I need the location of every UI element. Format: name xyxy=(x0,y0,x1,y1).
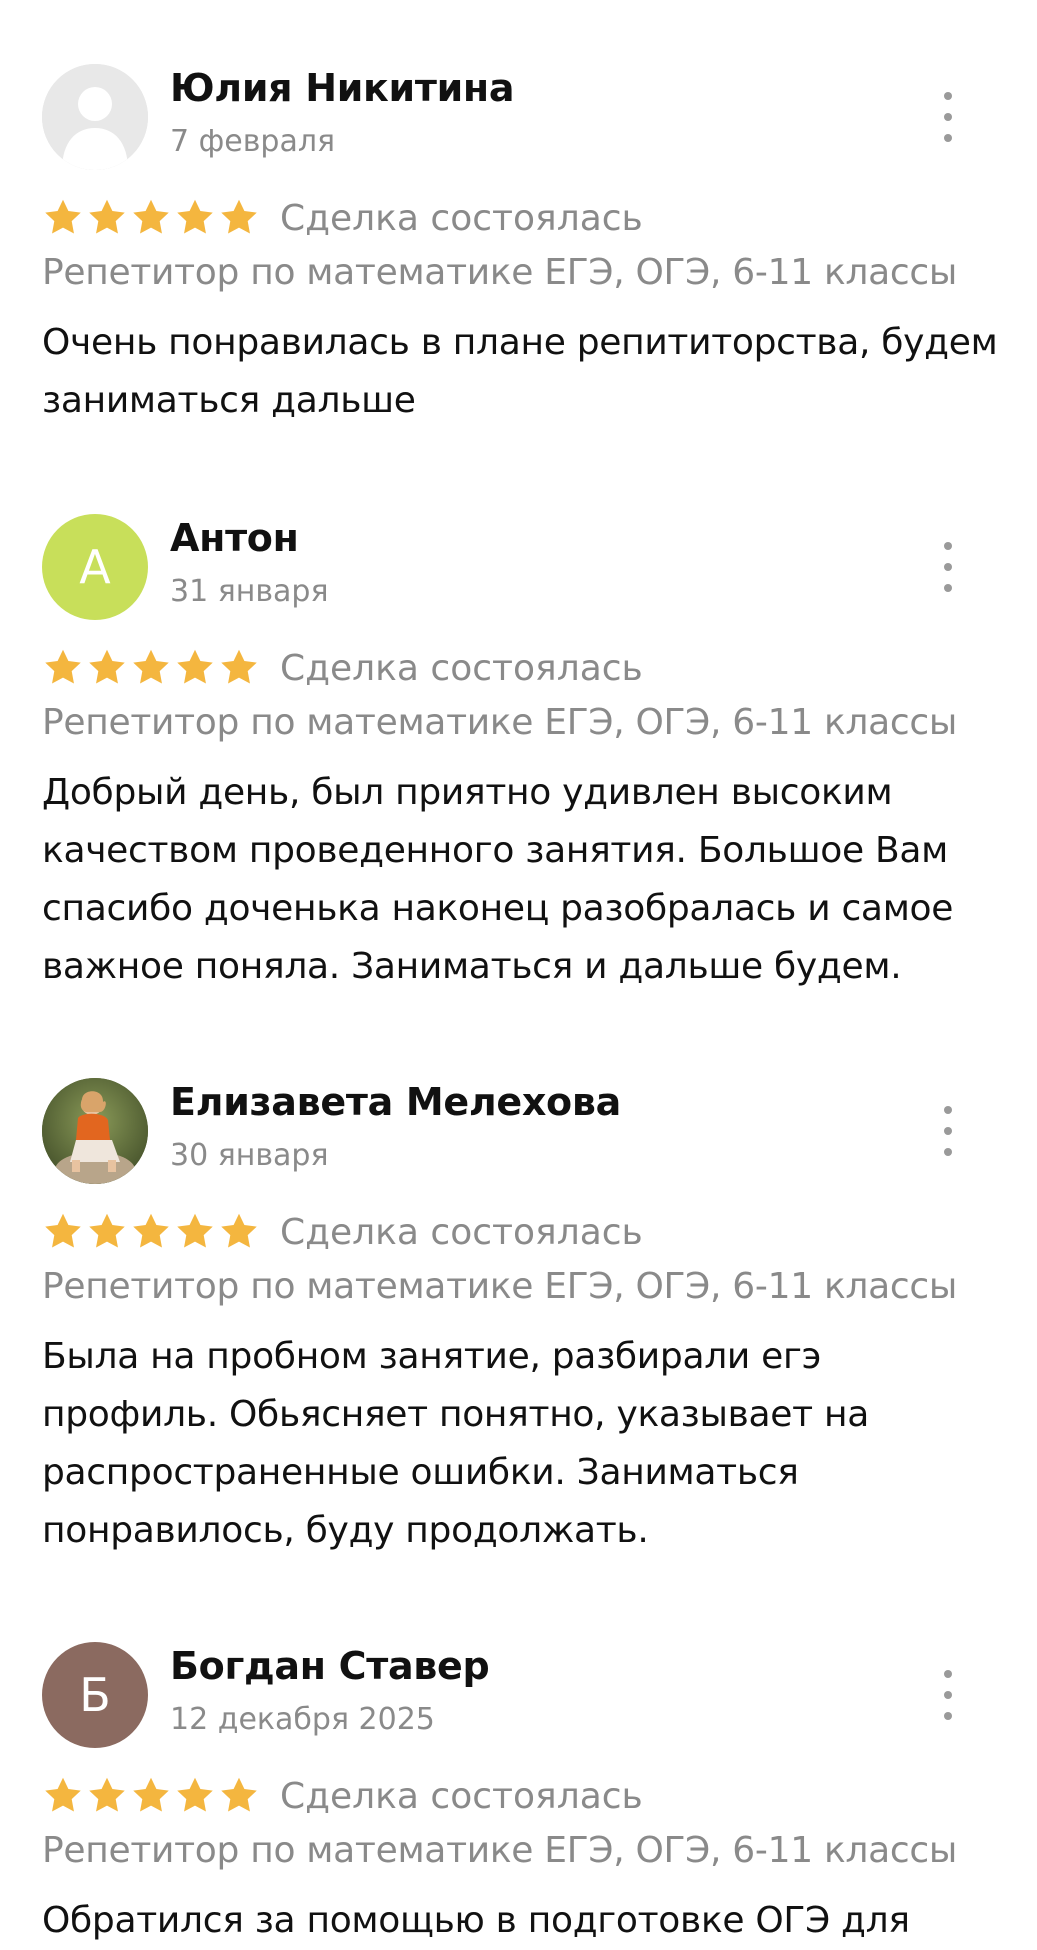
deal-status: Сделка состоялась xyxy=(280,647,643,689)
more-vertical-icon[interactable] xyxy=(930,92,966,142)
user-silhouette-icon xyxy=(42,64,148,170)
deal-status: Сделка состоялась xyxy=(280,1775,643,1817)
rating-row: Сделка состоялась xyxy=(42,1210,643,1254)
star-icon xyxy=(42,648,84,688)
avatar[interactable] xyxy=(42,64,148,170)
star-icon xyxy=(86,1776,128,1816)
review-date: 12 декабря 2025 xyxy=(170,1702,435,1737)
deal-status: Сделка состоялась xyxy=(280,197,643,239)
star-icon xyxy=(86,1212,128,1252)
star-icon xyxy=(218,1776,260,1816)
more-vertical-icon[interactable] xyxy=(930,542,966,592)
star-icon xyxy=(42,198,84,238)
star-icon xyxy=(174,198,216,238)
star-rating xyxy=(42,198,260,238)
service-name: Репетитор по математике ЕГЭ, ОГЭ, 6-11 к… xyxy=(42,252,957,293)
star-icon xyxy=(174,648,216,688)
review-date: 31 января xyxy=(170,574,329,609)
review-text: Добрый день, был приятно удивлен высоким… xyxy=(42,772,954,987)
rating-row: Сделка состоялась xyxy=(42,196,643,240)
review-date: 30 января xyxy=(170,1138,329,1173)
reviewer-name[interactable]: Богдан Ставер xyxy=(170,1644,490,1688)
service-name: Репетитор по математике ЕГЭ, ОГЭ, 6-11 к… xyxy=(42,1266,957,1307)
review-text: Очень понравилась в плане репититорства,… xyxy=(42,322,998,421)
star-icon xyxy=(130,1212,172,1252)
star-rating xyxy=(42,648,260,688)
avatar-letter: А xyxy=(79,540,111,594)
service-name: Репетитор по математике ЕГЭ, ОГЭ, 6-11 к… xyxy=(42,1830,957,1871)
star-rating xyxy=(42,1212,260,1252)
star-icon xyxy=(42,1212,84,1252)
review-card: А Антон 31 января Сделка состоялась Репе… xyxy=(0,450,1037,1014)
review-card: Елизавета Мелехова 30 января Сделка сост… xyxy=(0,1014,1037,1578)
reviewer-name[interactable]: Антон xyxy=(170,516,299,560)
review-card: Б Богдан Ставер 12 декабря 2025 Сделка с… xyxy=(0,1578,1037,1941)
star-icon xyxy=(42,1776,84,1816)
service-name: Репетитор по математике ЕГЭ, ОГЭ, 6-11 к… xyxy=(42,702,957,743)
star-icon xyxy=(130,198,172,238)
avatar[interactable]: А xyxy=(42,514,148,620)
star-icon xyxy=(86,198,128,238)
profile-photo xyxy=(42,1078,148,1184)
review-date: 7 февраля xyxy=(170,124,336,159)
rating-row: Сделка состоялась xyxy=(42,1774,643,1818)
star-icon xyxy=(218,198,260,238)
star-rating xyxy=(42,1776,260,1816)
deal-status: Сделка состоялась xyxy=(280,1211,643,1253)
avatar-letter: Б xyxy=(79,1668,111,1722)
review-text: Обратился за помощью в подготовке ОГЭ дл… xyxy=(42,1900,910,1941)
star-icon xyxy=(174,1212,216,1252)
star-icon xyxy=(130,648,172,688)
reviewer-name[interactable]: Елизавета Мелехова xyxy=(170,1080,621,1124)
review-card: Юлия Никитина 7 февраля Сделка состоялас… xyxy=(0,0,1037,450)
star-icon xyxy=(218,648,260,688)
review-text: Была на пробном занятие, разбирали егэ п… xyxy=(42,1336,869,1551)
reviewer-name[interactable]: Юлия Никитина xyxy=(170,66,514,110)
star-icon xyxy=(86,648,128,688)
more-vertical-icon[interactable] xyxy=(930,1670,966,1720)
star-icon xyxy=(174,1776,216,1816)
star-icon xyxy=(130,1776,172,1816)
rating-row: Сделка состоялась xyxy=(42,646,643,690)
more-vertical-icon[interactable] xyxy=(930,1106,966,1156)
avatar[interactable]: Б xyxy=(42,1642,148,1748)
avatar[interactable] xyxy=(42,1078,148,1184)
star-icon xyxy=(218,1212,260,1252)
